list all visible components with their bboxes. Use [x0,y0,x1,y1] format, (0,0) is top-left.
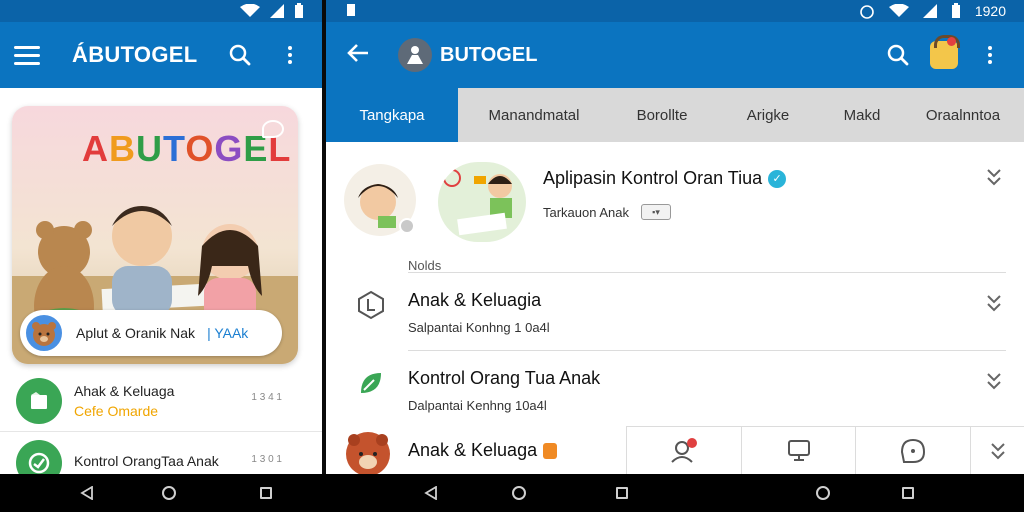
battery-icon [951,3,960,18]
alarm-icon [860,5,874,19]
left-list: Ahak & Keluaga Cefe Omarde 1 3 4 1 Kontr… [0,370,322,474]
nav-back-icon[interactable] [80,486,94,500]
left-app-title: ÁBUTOGEL [72,42,198,67]
signal-icon [270,4,284,18]
wifi-icon [888,4,909,17]
chevron-down-icon[interactable] [986,372,1002,390]
search-icon[interactable] [880,37,916,73]
right-phone: 1920 BUTOGEL Tangkapa Manandmatal Boroll… [326,0,1024,474]
tab-manandmatal[interactable]: Manandmatal [458,88,610,142]
list-item[interactable]: Kontrol OrangTaa Anak 1 3 0 1 [0,432,322,474]
profile-name-text: Aplipasin Kontrol Oran Tiua [543,168,763,188]
profile-subtitle: Tarkauon Anak ▪▾ [543,204,672,220]
tab-oraalnntoa[interactable]: Oraalnntoa [902,88,1024,142]
more-vert-icon[interactable] [272,37,308,73]
system-nav-bar [0,474,1024,512]
list-item-time: 1 3 0 1 [251,454,282,465]
list-item-title: Ahak & Keluaga [74,382,175,399]
arrow-back-icon[interactable] [346,43,370,68]
hero-logo: ABUTOGEL [82,128,292,169]
left-status-bar [0,0,322,22]
hero-card[interactable]: ABUTOGEL Aplut & Oranik Nak | YAAk [12,106,298,364]
right-app-bar: BUTOGEL [326,22,1024,88]
chevron-down-icon[interactable] [986,168,1002,186]
dropdown-chip[interactable]: ▪▾ [641,204,672,220]
list-item[interactable]: Anak & Keluagia Salpantai Konhng 1 0a4l [326,272,1024,350]
bottom-actions [626,426,1024,474]
profile-sub-text: Tarkauon Anak [543,204,630,220]
right-app-title: BUTOGEL [440,43,538,66]
right-status-bar: 1920 [326,0,1024,22]
list-item-time: 1 3 4 1 [251,392,282,403]
list-item-title: Anak & Keluagia [408,290,542,310]
list-item-title: Kontrol OrangTaa Anak [74,452,219,469]
list-item-subtitle: Dalpantai Kenhng 10a4l [408,398,547,413]
tab-bar: Tangkapa Manandmatal Borollte Arigke Mak… [326,88,1024,142]
notification-icon [347,3,355,16]
nav-home-icon[interactable] [816,486,830,500]
hero-caption-text: Aplut & Oranik Nak [76,325,196,341]
leaf-icon [354,366,388,400]
profile-name: Aplipasin Kontrol Oran Tiua ✓ [543,168,787,189]
check-icon [16,439,62,474]
tab-makd[interactable]: Makd [822,88,902,142]
section-label: Nolds [408,258,442,273]
status-time: 1920 [974,3,1006,19]
list-item-subtitle: Salpantai Konhng 1 0a4l [408,320,550,335]
left-app-bar: ÁBUTOGEL [0,22,322,88]
more-vert-icon[interactable] [972,37,1008,73]
screen: ÁBUTOGEL ABUTOGEL Aplut & Oranik Nak | Y… [0,0,1024,512]
bear-avatar-icon [24,313,64,353]
search-icon[interactable] [222,37,258,73]
tab-arigke[interactable]: Arigke [714,88,822,142]
list-item-title: Kontrol Orang Tua Anak [408,368,601,388]
hero-caption-accent: | YAAk [207,325,249,341]
battery-icon [295,3,303,18]
chevron-down-icon[interactable] [986,294,1002,312]
status-dot [399,218,415,234]
hero-caption[interactable]: Aplut & Oranik Nak | YAAk [20,310,282,356]
right-list: Anak & Keluagia Salpantai Konhng 1 0a4l … [326,272,1024,428]
user-alert-icon[interactable] [626,427,741,474]
list-item[interactable]: Kontrol Orang Tua Anak Dalpantai Kenhng … [326,350,1024,428]
bottom-item-title: Anak & Keluaga [408,440,558,461]
menu-icon[interactable] [14,45,40,65]
lock-icon [543,442,558,459]
list-item[interactable]: Ahak & Keluaga Cefe Omarde 1 3 4 1 [0,370,322,432]
folder-icon [16,377,62,424]
kid-drawing-avatar [438,162,526,242]
nav-recents-icon[interactable] [260,487,272,499]
tab-tangkapa[interactable]: Tangkapa [326,88,458,142]
tab-borollte[interactable]: Borollte [610,88,714,142]
bear-avatar-icon [346,432,390,474]
list-item[interactable]: Anak & Keluaga [326,426,1024,474]
nav-back-icon[interactable] [424,486,438,500]
nav-recents-icon[interactable] [616,487,628,499]
nav-home-icon[interactable] [512,486,526,500]
hexagon-icon [354,288,388,322]
basket-icon[interactable] [930,35,960,69]
left-phone: ÁBUTOGEL ABUTOGEL Aplut & Oranik Nak | Y… [0,0,322,474]
signal-icon [922,4,937,18]
nav-home-icon[interactable] [162,486,176,500]
monitor-icon[interactable] [740,427,856,474]
app-logo-icon [398,38,432,72]
verified-icon: ✓ [768,169,787,188]
chat-bubble-icon[interactable] [262,120,284,138]
wifi-icon [240,4,260,17]
chevron-down-icon[interactable] [970,427,1024,474]
list-item-subtitle: Cefe Omarde [74,402,159,419]
profile-header[interactable]: Aplipasin Kontrol Oran Tiua ✓ Tarkauon A… [326,142,1024,273]
face-icon[interactable] [855,427,970,474]
nav-recents-icon[interactable] [902,487,914,499]
